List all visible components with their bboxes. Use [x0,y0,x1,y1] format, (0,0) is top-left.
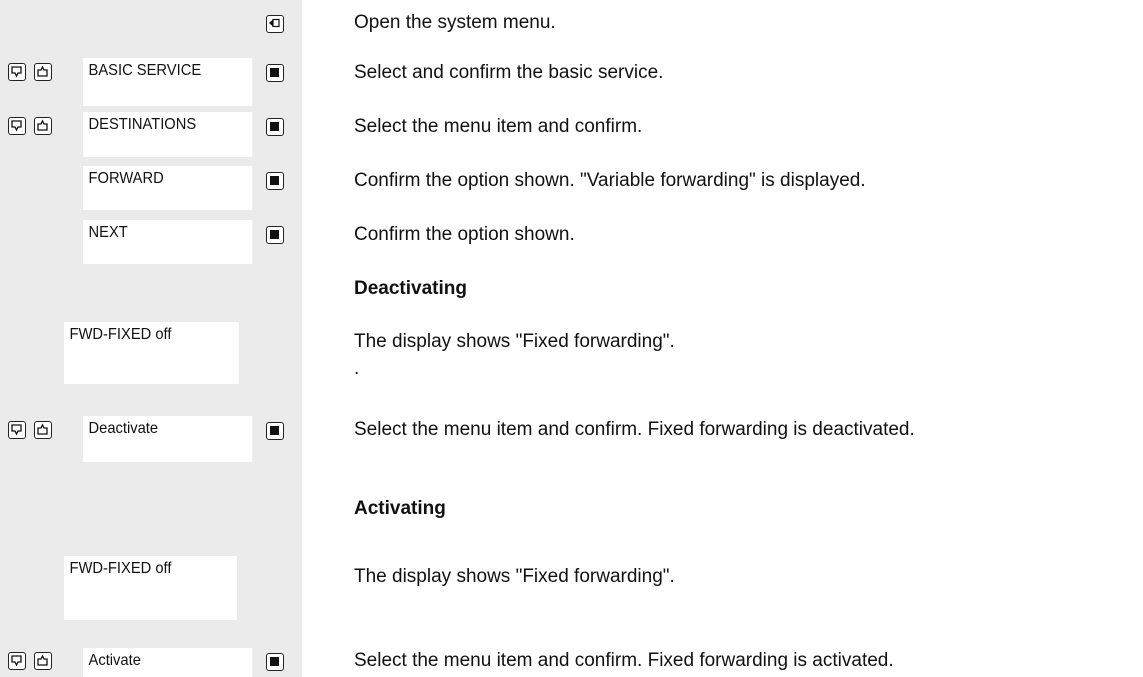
ok-key-icon[interactable] [266,64,284,82]
up-arrow-key-icon[interactable] [34,117,52,135]
up-arrow-key-icon[interactable] [34,652,52,670]
menu-key-icon[interactable] [266,15,284,33]
ok-key-icon[interactable] [266,653,284,671]
display-basic-service: BASIC SERVICE [83,58,253,106]
down-arrow-key-icon[interactable] [8,63,26,81]
up-arrow-key-icon[interactable] [34,421,52,439]
ok-key-icon[interactable] [266,172,284,190]
display-destinations: DESTINATIONS [83,112,253,157]
nav-arrows [8,421,52,439]
instruction-open-menu: Open the system menu. [354,12,556,33]
heading-activating: Activating [354,498,446,519]
display-forward: FORWARD [83,166,253,210]
display-next: NEXT [83,220,253,264]
display-fwd-fixed-status: FWD-FIXED off [64,556,237,620]
nav-arrows [8,117,52,135]
display-activate-option[interactable]: Activate [83,648,253,677]
status-text-deactivate: The display shows "Fixed forwarding". [354,331,675,352]
stray-dot: . [354,358,360,379]
display-fwd-fixed-status: FWD-FIXED off [64,322,239,384]
down-arrow-key-icon[interactable] [8,421,26,439]
instruction-activate: Select the menu item and confirm. Fixed … [354,650,894,671]
nav-arrows [8,652,52,670]
down-arrow-key-icon[interactable] [8,117,26,135]
nav-arrows [8,63,52,81]
display-deactivate-option[interactable]: Deactivate [83,416,253,462]
instruction-destinations: Select the menu item and confirm. [354,116,643,137]
instruction-deactivate: Select the menu item and confirm. Fixed … [354,419,915,440]
ok-key-icon[interactable] [266,226,284,244]
ok-key-icon[interactable] [266,422,284,440]
down-arrow-key-icon[interactable] [8,652,26,670]
status-text-activate: The display shows "Fixed forwarding". [354,566,675,587]
up-arrow-key-icon[interactable] [34,63,52,81]
ok-key-icon[interactable] [266,118,284,136]
instruction-next: Confirm the option shown. [354,224,575,245]
instruction-forward: Confirm the option shown. "Variable forw… [354,170,866,191]
heading-deactivating: Deactivating [354,278,467,299]
instruction-basic-service: Select and confirm the basic service. [354,62,664,83]
